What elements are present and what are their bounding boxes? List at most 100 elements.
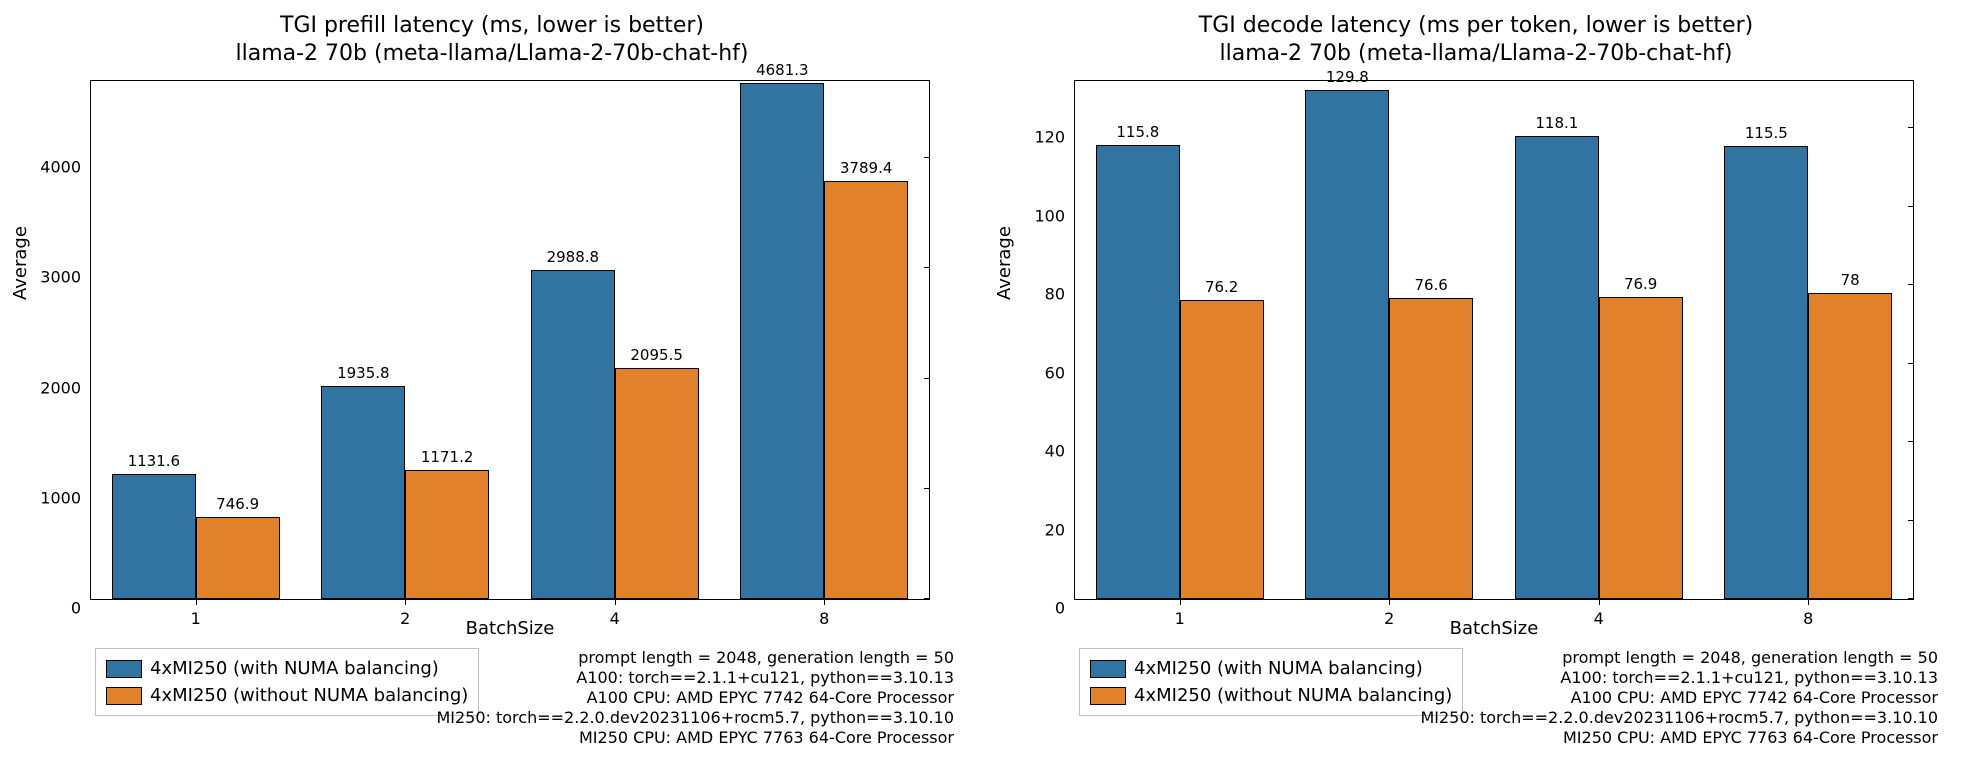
x-tick-mark xyxy=(196,599,197,605)
y-tick-label: 80 xyxy=(1045,285,1075,304)
x-tick-mark xyxy=(405,599,406,605)
bar-series-b xyxy=(405,470,489,599)
title-line-1: TGI decode latency (ms per token, lower … xyxy=(1004,12,1948,40)
bar-value-label: 129.8 xyxy=(1326,68,1369,86)
legend-left: 4xMI250 (with NUMA balancing) 4xMI250 (w… xyxy=(95,648,479,716)
panel-prefill: TGI prefill latency (ms, lower is better… xyxy=(0,0,984,767)
x-tick-mark xyxy=(1180,599,1181,605)
plot-area-right: 115.8129.8118.1115.576.276.676.978 02040… xyxy=(1074,80,1914,600)
x-axis-label-right: BatchSize xyxy=(1074,618,1914,639)
y-tick-mark xyxy=(924,598,930,599)
bar-series-b xyxy=(1808,293,1892,599)
bar-value-label: 746.9 xyxy=(216,495,259,513)
legend-item-b-right: 4xMI250 (without NUMA balancing) xyxy=(1090,682,1452,709)
y-axis-label-left: Average xyxy=(10,226,31,300)
bar-value-label: 115.8 xyxy=(1116,123,1159,141)
y-tick-mark xyxy=(924,488,930,489)
legend-label-b: 4xMI250 (without NUMA balancing) xyxy=(150,682,468,709)
y-tick-label: 40 xyxy=(1045,442,1075,461)
bars-layer-right: 115.8129.8118.1115.576.276.676.978 xyxy=(1075,81,1913,599)
x-tick-mark xyxy=(824,599,825,605)
bar-value-label: 76.9 xyxy=(1624,275,1657,293)
y-tick-mark xyxy=(1908,127,1914,128)
chart-title-left: TGI prefill latency (ms, lower is better… xyxy=(20,0,964,80)
y-tick-mark xyxy=(1908,363,1914,364)
plot-area-left: 1131.61935.82988.84681.3746.91171.22095.… xyxy=(90,80,930,600)
legend-item-b-left: 4xMI250 (without NUMA balancing) xyxy=(106,682,468,709)
footer-text-left: prompt length = 2048, generation length … xyxy=(436,648,954,748)
legend-swatch-b xyxy=(106,687,142,705)
y-tick-label: 100 xyxy=(1034,206,1075,225)
bar-series-a xyxy=(1305,90,1389,599)
legend-swatch-a xyxy=(1090,660,1126,678)
y-axis-label-right: Average xyxy=(994,226,1015,300)
bar-series-b xyxy=(1389,298,1473,599)
y-tick-mark xyxy=(924,267,930,268)
legend-label-a: 4xMI250 (with NUMA balancing) xyxy=(1134,655,1423,682)
legend-item-a-left: 4xMI250 (with NUMA balancing) xyxy=(106,655,468,682)
y-tick-label: 60 xyxy=(1045,363,1075,382)
legend-right: 4xMI250 (with NUMA balancing) 4xMI250 (w… xyxy=(1079,648,1463,716)
legend-label-a: 4xMI250 (with NUMA balancing) xyxy=(150,655,439,682)
y-tick-mark xyxy=(1908,441,1914,442)
footer-line: A100: torch==2.1.1+cu121, python==3.10.1… xyxy=(1420,668,1938,688)
bar-value-label: 2988.8 xyxy=(547,248,600,266)
y-tick-label: 2000 xyxy=(40,378,91,397)
y-tick-label: 0 xyxy=(1055,599,1075,618)
y-tick-mark xyxy=(924,378,930,379)
bar-series-a xyxy=(1096,145,1180,599)
bar-series-b xyxy=(1599,297,1683,599)
bar-value-label: 3789.4 xyxy=(840,159,893,177)
title-line-1: TGI prefill latency (ms, lower is better… xyxy=(20,12,964,40)
bars-layer-left: 1131.61935.82988.84681.3746.91171.22095.… xyxy=(91,81,929,599)
bar-series-b xyxy=(824,181,908,599)
y-tick-label: 1000 xyxy=(40,488,91,507)
legend-label-b: 4xMI250 (without NUMA balancing) xyxy=(1134,682,1452,709)
footer-line: prompt length = 2048, generation length … xyxy=(1420,648,1938,668)
figure: TGI prefill latency (ms, lower is better… xyxy=(0,0,1968,767)
y-tick-mark xyxy=(1908,520,1914,521)
bar-series-a xyxy=(112,474,196,599)
bar-series-a xyxy=(531,270,615,599)
title-line-2: llama-2 70b (meta-llama/Llama-2-70b-chat… xyxy=(20,40,964,68)
y-tick-label: 3000 xyxy=(40,268,91,287)
x-tick-mark xyxy=(1389,599,1390,605)
bar-series-b xyxy=(1180,300,1264,599)
bar-series-a xyxy=(321,386,405,599)
bar-value-label: 76.6 xyxy=(1414,276,1447,294)
legend-item-a-right: 4xMI250 (with NUMA balancing) xyxy=(1090,655,1452,682)
bar-series-b xyxy=(615,368,699,599)
footer-text-right: prompt length = 2048, generation length … xyxy=(1420,648,1938,748)
y-tick-label: 20 xyxy=(1045,520,1075,539)
bar-value-label: 1131.6 xyxy=(128,452,181,470)
footer-line: A100: torch==2.1.1+cu121, python==3.10.1… xyxy=(436,668,954,688)
bar-value-label: 76.2 xyxy=(1205,278,1238,296)
title-line-2: llama-2 70b (meta-llama/Llama-2-70b-chat… xyxy=(1004,40,1948,68)
footer-line: MI250 CPU: AMD EPYC 7763 64-Core Process… xyxy=(1420,728,1938,748)
footer-line: A100 CPU: AMD EPYC 7742 64-Core Processo… xyxy=(1420,688,1938,708)
x-axis-label-left: BatchSize xyxy=(90,618,930,639)
y-tick-mark xyxy=(1908,284,1914,285)
y-tick-label: 0 xyxy=(71,599,91,618)
footer-line: MI250: torch==2.2.0.dev20231106+rocm5.7,… xyxy=(436,708,954,728)
footer-line: A100 CPU: AMD EPYC 7742 64-Core Processo… xyxy=(436,688,954,708)
y-tick-mark xyxy=(924,157,930,158)
panel-decode: TGI decode latency (ms per token, lower … xyxy=(984,0,1968,767)
y-tick-label: 4000 xyxy=(40,158,91,177)
x-tick-mark xyxy=(615,599,616,605)
bar-series-a xyxy=(740,83,824,599)
y-tick-mark xyxy=(1908,598,1914,599)
bar-value-label: 115.5 xyxy=(1745,124,1788,142)
footer-line: prompt length = 2048, generation length … xyxy=(436,648,954,668)
footer-line: MI250: torch==2.2.0.dev20231106+rocm5.7,… xyxy=(1420,708,1938,728)
x-tick-mark xyxy=(1808,599,1809,605)
bar-series-b xyxy=(196,517,280,599)
bar-value-label: 78 xyxy=(1841,271,1860,289)
legend-swatch-a xyxy=(106,660,142,678)
x-tick-mark xyxy=(1599,599,1600,605)
footer-line: MI250 CPU: AMD EPYC 7763 64-Core Process… xyxy=(436,728,954,748)
y-tick-label: 120 xyxy=(1034,128,1075,147)
bar-series-a xyxy=(1724,146,1808,599)
bar-value-label: 1935.8 xyxy=(337,364,390,382)
bar-value-label: 4681.3 xyxy=(756,61,809,79)
